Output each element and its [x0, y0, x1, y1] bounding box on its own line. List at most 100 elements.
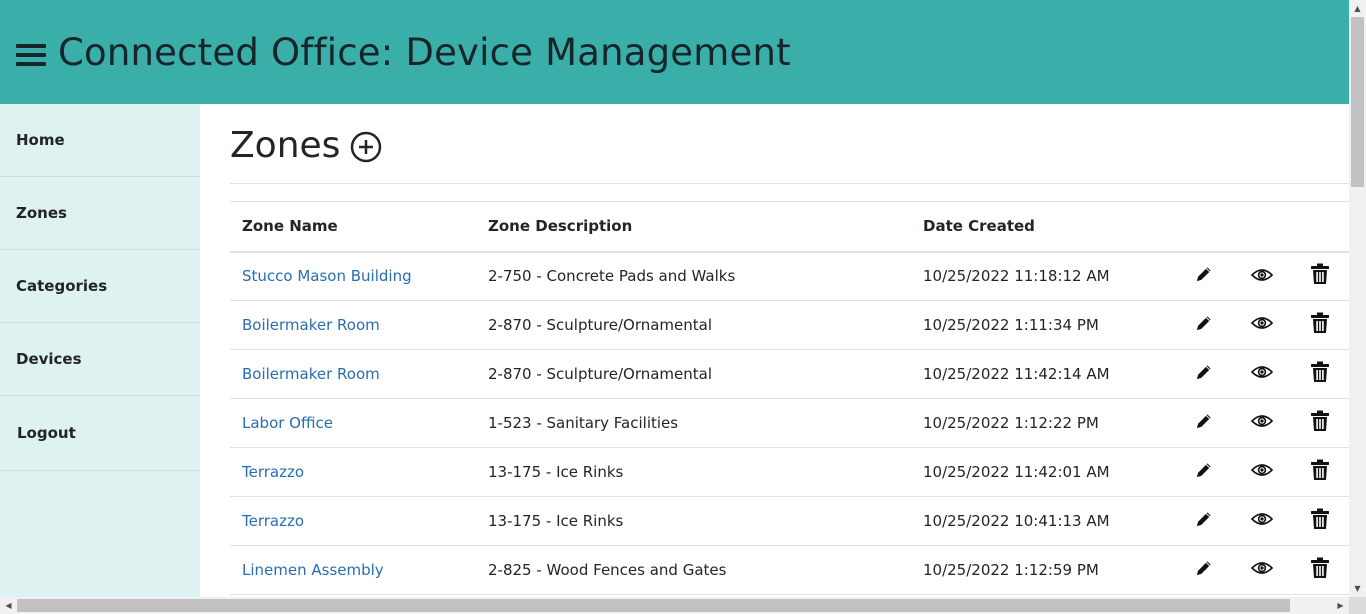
column-header-edit	[1175, 202, 1233, 252]
date-created: 10/25/2022 1:12:59 PM	[923, 561, 1099, 579]
page-header: Zones	[230, 104, 1349, 184]
eye-icon[interactable]	[1250, 512, 1274, 530]
zone-description: 2-870 - Sculpture/Ornamental	[488, 365, 713, 383]
horizontal-scrollbar[interactable]: ◀ ▶	[0, 597, 1349, 614]
edit-cell	[1175, 448, 1233, 497]
view-cell	[1233, 546, 1291, 595]
edit-cell	[1175, 497, 1233, 546]
edit-cell	[1175, 350, 1233, 399]
table-row: Terrazzo 13-175 - Ice Rinks 10/25/2022 11:…	[230, 448, 1349, 497]
eye-icon[interactable]	[1250, 463, 1274, 481]
zone-description: 1-523 - Sanitary Facilities	[488, 414, 679, 432]
sidebar-item-devices[interactable]: Devices	[0, 323, 200, 396]
column-header-zone-name: Zone Name	[242, 217, 338, 236]
edit-cell	[1175, 252, 1233, 301]
zones-table: Zone Name Zone Description Date Created …	[230, 201, 1349, 595]
zone-description: 13-175 - Ice Rinks	[488, 512, 624, 530]
view-cell	[1233, 350, 1291, 399]
zone-name-link[interactable]: Boilermaker Room	[230, 350, 476, 399]
trash-icon[interactable]	[1310, 410, 1330, 436]
table-row: Boilermaker Room 2-870 - Sculpture/Orname…	[230, 350, 1349, 399]
delete-cell	[1291, 448, 1349, 497]
pencil-icon[interactable]	[1194, 264, 1214, 288]
delete-cell	[1291, 350, 1349, 399]
eye-icon[interactable]	[1250, 365, 1274, 383]
column-header-zone-description: Zone Description	[488, 217, 633, 236]
view-cell	[1233, 301, 1291, 350]
trash-icon[interactable]	[1310, 361, 1330, 387]
scroll-up-icon[interactable]: ▲	[1349, 0, 1366, 17]
date-created: 10/25/2022 11:18:12 AM	[923, 267, 1110, 286]
app-header: Connected Office: Device Management	[0, 0, 1349, 104]
date-created: 10/25/2022 10:41:13 AM	[923, 512, 1110, 530]
table-row: Labor Office 1-523 - Sanitary Facilities 1…	[230, 399, 1349, 448]
sidebar-item-zones[interactable]: Zones	[0, 177, 200, 250]
date-created: 10/25/2022 11:42:14 AM	[923, 365, 1110, 383]
view-cell	[1233, 399, 1291, 448]
horizontal-scroll-thumb[interactable]	[17, 599, 1290, 612]
pencil-icon[interactable]	[1194, 362, 1214, 386]
date-created: 10/25/2022 11:42:01 AM	[923, 463, 1110, 481]
eye-icon[interactable]	[1250, 561, 1274, 579]
trash-icon[interactable]	[1310, 312, 1330, 338]
delete-cell	[1291, 497, 1349, 546]
sidebar-item-logout[interactable]: Logout	[0, 396, 200, 471]
column-header-delete	[1291, 202, 1349, 252]
column-header-date-created: Date Created	[923, 217, 1035, 236]
zone-description: 13-175 - Ice Rinks	[488, 463, 624, 481]
delete-cell	[1291, 301, 1349, 350]
scrollbar-corner	[1349, 597, 1366, 614]
main-content: Zones Zone Name Zone Description Date Cr…	[230, 104, 1349, 595]
scroll-left-icon[interactable]: ◀	[0, 597, 17, 614]
pencil-icon[interactable]	[1194, 460, 1214, 484]
zone-name-link[interactable]: Labor Office	[230, 399, 476, 448]
edit-cell	[1175, 399, 1233, 448]
zone-name-link[interactable]: Linemen Assembly	[230, 546, 476, 595]
scroll-right-icon[interactable]: ▶	[1332, 597, 1349, 614]
view-cell	[1233, 252, 1291, 301]
vertical-scroll-thumb[interactable]	[1351, 17, 1364, 187]
pencil-icon[interactable]	[1194, 313, 1214, 337]
trash-icon[interactable]	[1310, 459, 1330, 485]
page-title: Zones	[230, 125, 341, 166]
eye-icon[interactable]	[1250, 414, 1274, 432]
view-cell	[1233, 448, 1291, 497]
zone-name-link[interactable]: Terrazzo	[230, 448, 476, 497]
view-cell	[1233, 497, 1291, 546]
sidebar-item-categories[interactable]: Categories	[0, 250, 200, 323]
column-header-view	[1233, 202, 1291, 252]
zone-description: 2-750 - Concrete Pads and Walks	[488, 267, 736, 286]
date-created: 10/25/2022 1:12:22 PM	[923, 414, 1099, 432]
plus-circle-icon[interactable]	[350, 131, 382, 163]
pencil-icon[interactable]	[1194, 558, 1214, 582]
table-row: Stucco Mason Building 2-750 - Concrete Pa…	[230, 252, 1349, 301]
table-row: Boilermaker Room 2-870 - Sculpture/Orname…	[230, 301, 1349, 350]
date-created: 10/25/2022 1:11:34 PM	[923, 316, 1099, 334]
trash-icon[interactable]	[1310, 263, 1330, 289]
pencil-icon[interactable]	[1194, 411, 1214, 435]
zone-name-link[interactable]: Boilermaker Room	[230, 301, 476, 350]
delete-cell	[1291, 252, 1349, 301]
delete-cell	[1291, 546, 1349, 595]
app-title: Connected Office: Device Management	[58, 30, 791, 74]
table-header-row: Zone Name Zone Description Date Created	[230, 201, 1349, 252]
sidebar: Home Zones Categories Devices Logout	[0, 104, 200, 597]
pencil-icon[interactable]	[1194, 509, 1214, 533]
hamburger-menu-icon[interactable]	[16, 44, 46, 66]
edit-cell	[1175, 301, 1233, 350]
eye-icon[interactable]	[1250, 268, 1274, 286]
zone-description: 2-825 - Wood Fences and Gates	[488, 561, 727, 579]
edit-cell	[1175, 546, 1233, 595]
table-row: Linemen Assembly 2-825 - Wood Fences and …	[230, 546, 1349, 595]
zone-description: 2-870 - Sculpture/Ornamental	[488, 316, 713, 334]
zone-name-link[interactable]: Terrazzo	[230, 497, 476, 546]
eye-icon[interactable]	[1250, 316, 1274, 334]
delete-cell	[1291, 399, 1349, 448]
trash-icon[interactable]	[1310, 557, 1330, 583]
sidebar-item-home[interactable]: Home	[0, 104, 200, 177]
vertical-scrollbar[interactable]: ▲ ▼	[1349, 0, 1366, 597]
zone-name-link[interactable]: Stucco Mason Building	[230, 252, 476, 301]
table-row: Terrazzo 13-175 - Ice Rinks 10/25/2022 10:…	[230, 497, 1349, 546]
scroll-down-icon[interactable]: ▼	[1349, 580, 1366, 597]
trash-icon[interactable]	[1310, 508, 1330, 534]
